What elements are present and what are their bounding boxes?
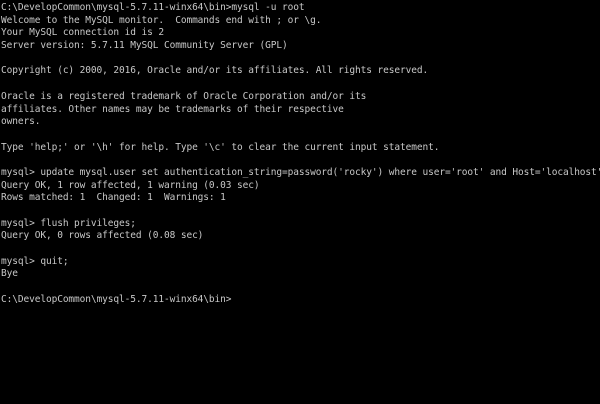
console-command-line: mysql> quit; — [1, 255, 69, 267]
console-line: Your MySQL connection id is 2 — [1, 27, 164, 39]
console-line: Rows matched: 1 Changed: 1 Warnings: 1 — [1, 192, 226, 204]
console-line: Type 'help;' or '\h' for help. Type '\c'… — [1, 141, 440, 153]
console-line: Copyright (c) 2000, 2016, Oracle and/or … — [1, 65, 429, 77]
console-line: Server version: 5.7.11 MySQL Community S… — [1, 40, 288, 52]
console-line: owners. — [1, 116, 41, 128]
console-line: C:\DevelopCommon\mysql-5.7.11-winx64\bin… — [1, 2, 305, 13]
console-prompt[interactable]: C:\DevelopCommon\mysql-5.7.11-winx64\bin… — [1, 294, 600, 307]
console-line: Query OK, 0 rows affected (0.08 sec) — [1, 230, 204, 242]
console-line: Query OK, 1 row affected, 1 warning (0.0… — [1, 179, 260, 191]
console-line: affiliates. Other names may be trademark… — [1, 103, 344, 115]
console-window[interactable]: C:\DevelopCommon\mysql-5.7.11-winx64\bin… — [0, 0, 600, 404]
console-line: Oracle is a registered trademark of Orac… — [1, 90, 367, 102]
console-command-line: mysql> flush privileges; — [1, 217, 136, 229]
console-command-line: mysql> update mysql.user set authenticat… — [1, 166, 600, 178]
console-line: Bye — [1, 268, 18, 280]
console-line: Welcome to the MySQL monitor. Commands e… — [1, 14, 322, 26]
